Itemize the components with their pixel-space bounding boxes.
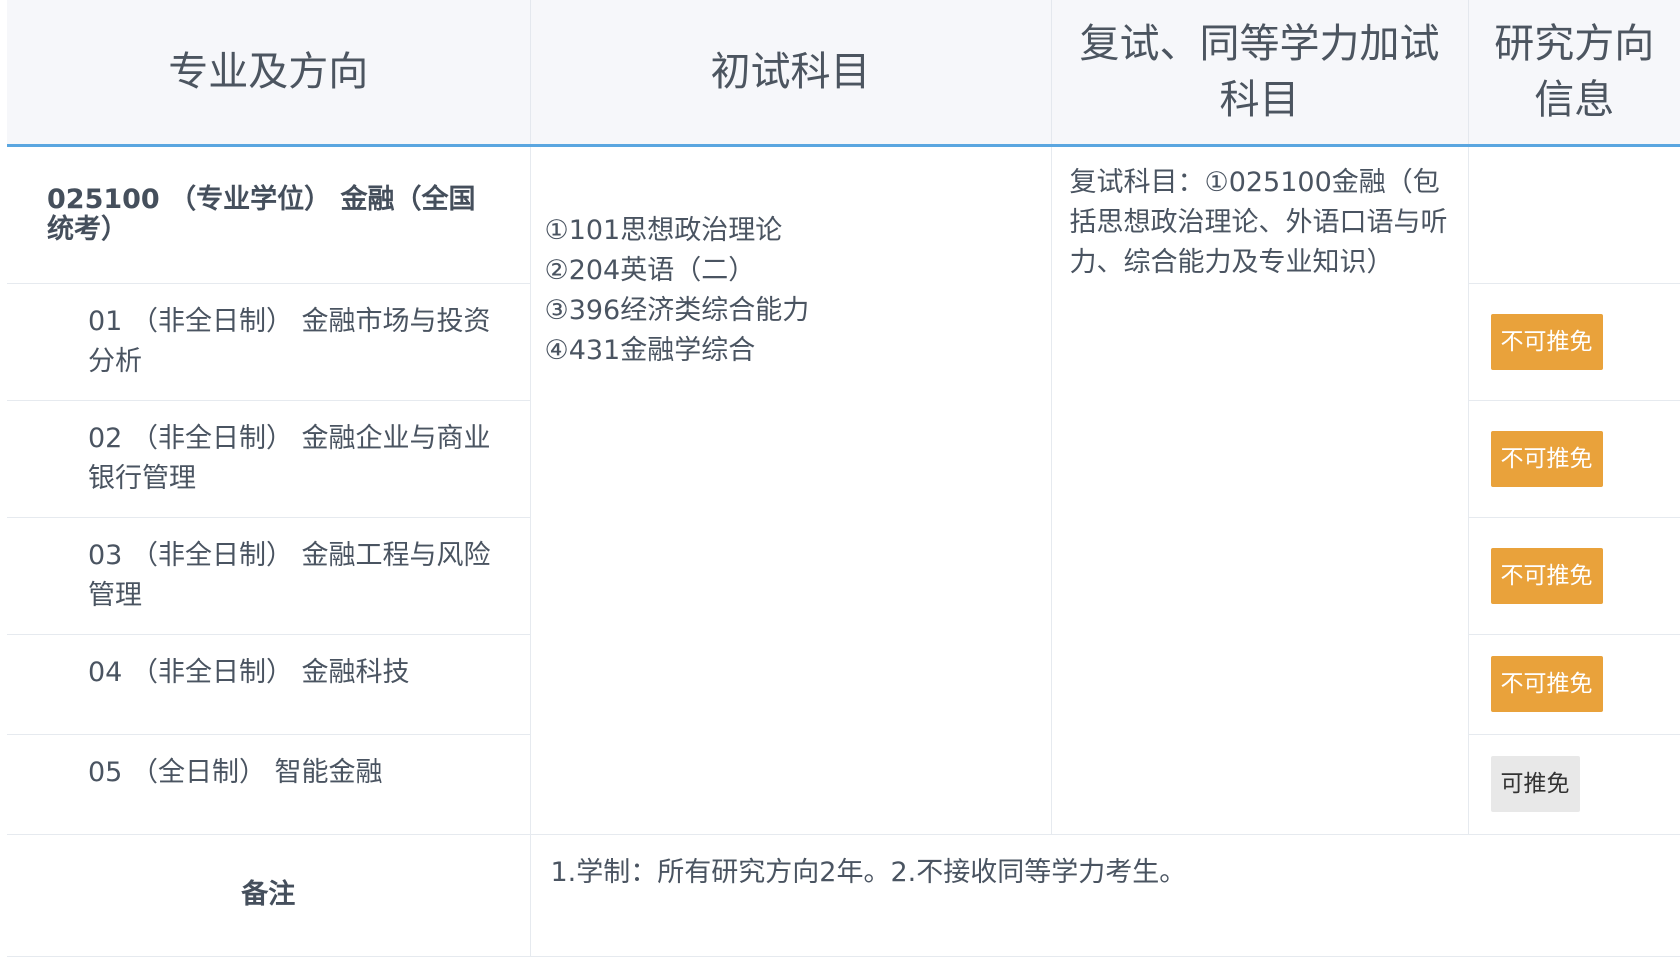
status-cell: 不可推免: [1468, 634, 1680, 735]
table-body: 025100 （专业学位） 金融（全国统考） ①101思想政治理论 ②204英语…: [7, 145, 1680, 957]
exam-subject-item: ②204英语（二）: [544, 254, 756, 286]
major-title: 025100 （专业学位） 金融（全国统考）: [7, 145, 531, 284]
note-label: 备注: [7, 834, 531, 957]
initial-exam-cell: ①101思想政治理论 ②204英语（二） ③396经济类综合能力 ④431金融学…: [530, 145, 1052, 835]
status-cell-empty: [1468, 145, 1680, 284]
header-retest: 复试、同等学力加试科目: [1051, 0, 1469, 147]
status-cell: 不可推免: [1468, 517, 1680, 635]
direction-label: 02 （非全日制） 金融企业与商业银行管理: [7, 400, 531, 518]
table-row: 025100 （专业学位） 金融（全国统考） ①101思想政治理论 ②204英语…: [7, 145, 1680, 835]
direction-label: 05 （全日制） 智能金融: [7, 734, 531, 835]
recommendation-status-badge: 可推免: [1490, 756, 1580, 812]
header-major: 专业及方向: [7, 0, 531, 147]
retest-cell: 复试科目：①025100金融（包括思想政治理论、外语口语与听力、综合能力及专业知…: [1051, 145, 1469, 835]
program-table: 专业及方向 初试科目 复试、同等学力加试科目 研究方向信息 025100 （专业…: [7, 0, 1680, 957]
recommendation-status-badge: 不可推免: [1490, 656, 1603, 712]
header-initial-exam: 初试科目: [530, 0, 1052, 147]
note-row: 备注 1.学制：所有研究方向2年。2.不接收同等学力考生。: [7, 834, 1680, 957]
direction-label: 04 （非全日制） 金融科技: [7, 634, 531, 735]
status-cell: 不可推免: [1468, 283, 1680, 401]
table-header: 专业及方向 初试科目 复试、同等学力加试科目 研究方向信息: [7, 0, 1680, 147]
direction-label: 01 （非全日制） 金融市场与投资分析: [7, 283, 531, 401]
recommendation-status-badge: 不可推免: [1490, 313, 1603, 370]
program-table-container: 专业及方向 初试科目 复试、同等学力加试科目 研究方向信息 025100 （专业…: [7, 0, 1680, 957]
status-cell: 不可推免: [1468, 400, 1680, 518]
direction-label: 03 （非全日制） 金融工程与风险管理: [7, 517, 531, 635]
recommendation-status-badge: 不可推免: [1490, 430, 1603, 487]
status-cell: 可推免: [1468, 734, 1680, 835]
exam-subject-item: ③396经济类综合能力: [544, 294, 810, 326]
header-direction-info: 研究方向信息: [1468, 0, 1680, 147]
note-text: 1.学制：所有研究方向2年。2.不接收同等学力考生。: [530, 834, 1680, 957]
recommendation-status-badge: 不可推免: [1490, 547, 1603, 604]
exam-subject-item: ④431金融学综合: [544, 334, 756, 366]
exam-subject-item: ①101思想政治理论: [544, 214, 783, 246]
